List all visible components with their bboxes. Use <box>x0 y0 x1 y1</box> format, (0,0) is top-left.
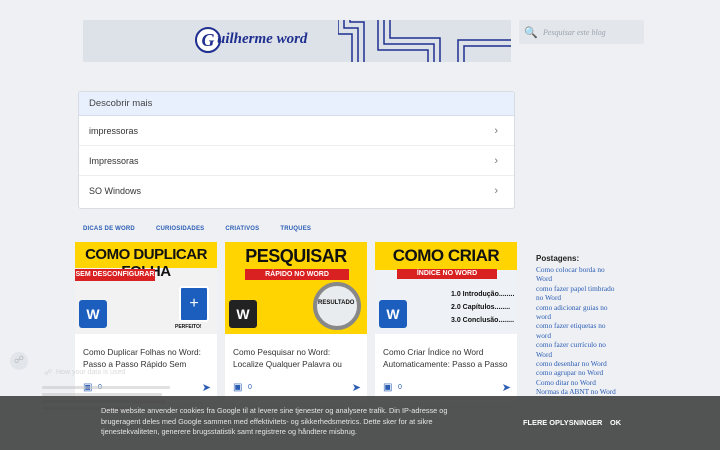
share-icon[interactable]: ➤ <box>352 381 361 394</box>
index-line: 3.0 Conclusão........ <box>451 317 515 324</box>
thumbnail-subtitle: ÍNDICE NO WORD <box>397 269 497 279</box>
category-tabs: DICAS DE WORD CURIOSIDADES CRIATIVOS TRU… <box>83 226 332 232</box>
discover-more-panel: Descobrir mais impressoras › Impressoras… <box>78 91 515 209</box>
thumbnail-headline: PESQUISAR <box>245 246 347 266</box>
chevron-right-icon: › <box>494 155 498 167</box>
index-line: 1.0 Introdução........ <box>451 291 515 298</box>
word-logo-icon: W <box>229 300 257 328</box>
magnifier-icon <box>313 282 361 330</box>
post-link[interactable]: como adicionar guias no word <box>536 303 620 322</box>
shield-icon[interactable]: ☍ <box>10 352 28 370</box>
thumbnail-subtitle: SEM DESCONFIGURAR <box>75 269 155 281</box>
chevron-right-icon: › <box>494 125 498 137</box>
post-link[interactable]: como fazer currículo no Word <box>536 340 620 359</box>
post-meta: ▣ 0 ➤ <box>383 382 511 396</box>
privacy-title: How your data is used <box>56 369 126 376</box>
discover-item-label: SO Windows <box>89 186 142 196</box>
search-input[interactable]: Pesquisar este blog <box>543 28 606 37</box>
discover-more-title: Descobrir mais <box>79 92 514 116</box>
thumbnail-badge: PERFEITO! <box>175 324 202 330</box>
comment-count: 0 <box>248 384 252 391</box>
comment-count: 0 <box>398 384 402 391</box>
circuit-decoration-icon <box>338 20 511 62</box>
cookie-message: Dette website anvender cookies fra Googl… <box>101 406 448 436</box>
comment-icon[interactable]: ▣ <box>383 382 392 393</box>
privacy-text-line <box>42 386 170 389</box>
discover-item[interactable]: SO Windows › <box>79 176 514 206</box>
discover-item-label: Impressoras <box>89 156 139 166</box>
share-icon[interactable]: ➤ <box>502 381 511 394</box>
thumbnail-subtitle: RÁPIDO NO WORD <box>245 269 349 280</box>
discover-item[interactable]: impressoras › <box>79 116 514 146</box>
post-card[interactable]: PESQUISAR RÁPIDO NO WORD RESULTADO W Com… <box>225 242 367 402</box>
post-title[interactable]: Como Criar Índice no Word Automaticament… <box>383 346 511 370</box>
posts-sidebar: Postagens: Como colocar borda no Word co… <box>536 254 620 397</box>
post-meta: ▣ 0 ➤ <box>233 382 361 396</box>
document-icon: + <box>179 286 209 322</box>
discover-item[interactable]: Impressoras › <box>79 146 514 176</box>
post-card[interactable]: COMO CRIAR ÍNDICE NO WORD 1.0 Introdução… <box>375 242 517 402</box>
post-link[interactable]: como agrupar no Word <box>536 368 620 377</box>
post-link[interactable]: como fazer etiquetas no word <box>536 321 620 340</box>
logo-text: uilherme word <box>217 31 308 47</box>
post-link[interactable]: como desenhar no Word <box>536 359 620 368</box>
thumbnail-badge: RESULTADO <box>318 300 355 306</box>
discover-item-label: impressoras <box>89 126 139 136</box>
search-icon[interactable]: 🔍 <box>519 26 543 39</box>
cookie-consent-bar: Dette website anvender cookies fra Googl… <box>0 396 720 450</box>
tab-criativos[interactable]: CRIATIVOS <box>225 226 259 232</box>
thumbnail-headline: COMO CRIAR <box>375 242 517 270</box>
word-logo-icon: W <box>79 300 107 328</box>
search-box[interactable]: 🔍 Pesquisar este blog <box>519 20 644 44</box>
index-list: 1.0 Introdução........ 2.0 Capítulos....… <box>451 288 514 327</box>
chevron-right-icon: › <box>494 185 498 197</box>
post-link[interactable]: Como ditar no Word <box>536 378 620 387</box>
tab-truques[interactable]: TRUQUES <box>280 226 311 232</box>
post-thumbnail[interactable]: PESQUISAR RÁPIDO NO WORD RESULTADO W <box>225 242 367 334</box>
index-line: 2.0 Capítulos........ <box>451 304 511 311</box>
tab-dicas-de-word[interactable]: DICAS DE WORD <box>83 226 135 232</box>
post-thumbnail[interactable]: COMO DUPLICAR FOLHA SEM DESCONFIGURAR + … <box>75 242 217 334</box>
share-icon[interactable]: ➤ <box>202 381 211 394</box>
thumbnail-headline: COMO DUPLICAR FOLHA <box>75 242 217 280</box>
shield-icon: ☍ <box>44 368 53 377</box>
more-info-button[interactable]: FLERE OPLYSNINGER <box>523 418 602 427</box>
ok-button[interactable]: OK <box>610 418 621 427</box>
tab-curiosidades[interactable]: CURIOSIDADES <box>156 226 204 232</box>
posts-heading: Postagens: <box>536 254 580 263</box>
post-thumbnail[interactable]: COMO CRIAR ÍNDICE NO WORD 1.0 Introdução… <box>375 242 517 334</box>
post-link[interactable]: Como colocar borda no Word <box>536 265 620 284</box>
blog-header-banner[interactable]: G uilherme word <box>83 20 511 62</box>
post-title[interactable]: Como Pesquisar no Word: Localize Qualque… <box>233 346 361 370</box>
comment-icon[interactable]: ▣ <box>233 382 242 393</box>
post-link[interactable]: como fazer papel timbrado no Word <box>536 284 620 303</box>
word-logo-icon: W <box>379 300 407 328</box>
